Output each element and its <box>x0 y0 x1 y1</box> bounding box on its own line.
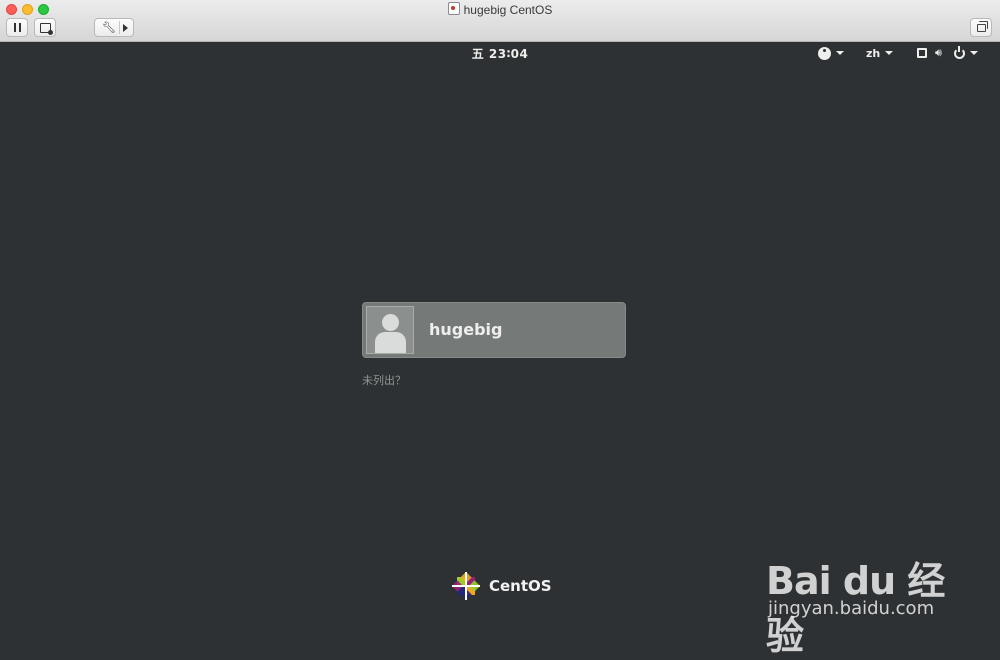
wrench-icon: 🔧︎ <box>102 21 116 34</box>
window-title-text: hugebig CentOS <box>463 3 553 17</box>
chevron-right-icon <box>123 24 128 32</box>
centos-wordmark: CentOS <box>489 577 552 595</box>
chevron-down-icon <box>836 51 844 55</box>
window-mode-button[interactable] <box>970 18 992 37</box>
centos-logo-icon <box>451 571 481 601</box>
pause-icon <box>13 23 21 32</box>
settings-button[interactable]: 🔧︎ <box>94 18 134 37</box>
pause-button[interactable] <box>6 18 28 37</box>
avatar <box>366 306 414 354</box>
chevron-down-icon <box>969 51 978 55</box>
vm-app-icon <box>447 2 460 15</box>
volume-icon: 🔊︎ <box>935 46 942 59</box>
clock[interactable]: 五 23∶04 <box>0 45 1000 62</box>
language-label: zh <box>866 46 881 60</box>
snapshot-icon <box>39 22 53 35</box>
system-menu[interactable]: 🔊︎ <box>917 42 978 64</box>
user-icon <box>382 314 399 331</box>
chevron-down-icon <box>885 51 894 55</box>
watermark-url: jingyan.baidu.com <box>768 598 935 619</box>
snapshot-button[interactable] <box>34 18 56 37</box>
gnome-top-bar: 五 23∶04 zh 🔊︎ <box>0 42 1000 64</box>
baidu-jingyan-watermark: Bai du 经验 jingyan.baidu.com <box>766 540 956 658</box>
not-listed-link[interactable]: 未列出？ <box>362 372 406 388</box>
accessibility-icon <box>818 46 831 60</box>
vm-window-titlebar: hugebig CentOS 🔧︎ <box>0 0 1000 42</box>
window-icon <box>976 20 988 32</box>
power-icon <box>953 45 965 59</box>
network-icon <box>917 48 927 58</box>
window-title: hugebig CentOS <box>0 2 1000 17</box>
accessibility-menu[interactable] <box>818 42 844 64</box>
language-menu[interactable]: zh <box>866 42 894 64</box>
user-list-item[interactable]: hugebig <box>362 302 626 358</box>
username-label: hugebig <box>429 320 503 339</box>
centos-logo: CentOS <box>450 570 552 602</box>
